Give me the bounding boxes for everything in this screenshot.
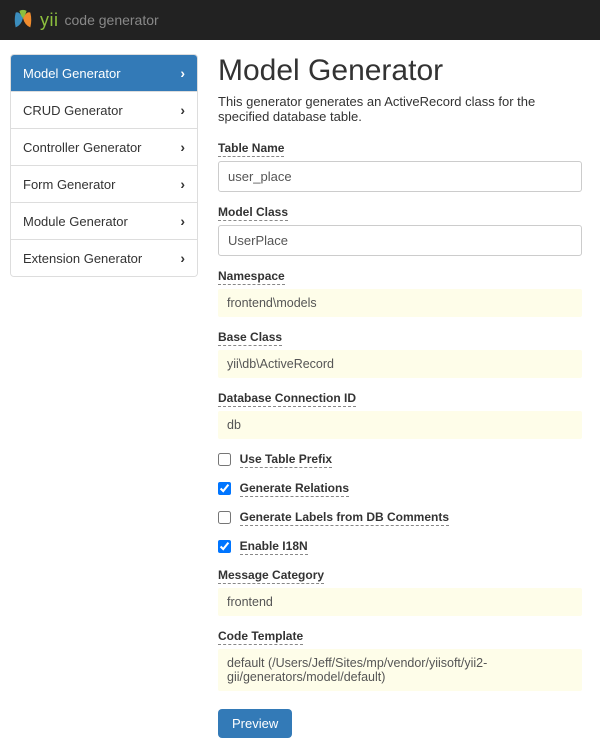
page-title: Model Generator xyxy=(218,54,582,88)
checkbox-generate-labels[interactable] xyxy=(218,511,231,524)
field-generate-labels: Generate Labels from DB Comments xyxy=(218,509,582,526)
main: Model Generator This generator generates… xyxy=(218,54,590,738)
value-base-class[interactable]: yii\db\ActiveRecord xyxy=(218,350,582,378)
sidebar: Model Generator › CRUD Generator › Contr… xyxy=(10,54,198,277)
label-generate-relations: Generate Relations xyxy=(240,481,349,497)
input-table-name[interactable] xyxy=(218,161,582,192)
sidebar-item-crud-generator[interactable]: CRUD Generator › xyxy=(11,92,197,129)
field-table-name: Table Name xyxy=(218,140,582,192)
label-table-name: Table Name xyxy=(218,141,284,157)
value-db-connection[interactable]: db xyxy=(218,411,582,439)
field-generate-relations: Generate Relations xyxy=(218,480,582,497)
field-db-connection: Database Connection ID db xyxy=(218,390,582,439)
page-description: This generator generates an ActiveRecord… xyxy=(218,94,582,124)
chevron-right-icon: › xyxy=(180,176,185,192)
chevron-right-icon: › xyxy=(180,65,185,81)
label-message-category: Message Category xyxy=(218,568,324,584)
sidebar-item-label: Form Generator xyxy=(23,177,115,192)
field-namespace: Namespace frontend\models xyxy=(218,268,582,317)
label-generate-labels: Generate Labels from DB Comments xyxy=(240,510,449,526)
label-use-table-prefix: Use Table Prefix xyxy=(240,452,332,468)
label-namespace: Namespace xyxy=(218,269,285,285)
sidebar-item-label: Controller Generator xyxy=(23,140,142,155)
sidebar-item-label: Extension Generator xyxy=(23,251,142,266)
checkbox-generate-relations[interactable] xyxy=(218,482,231,495)
value-code-template[interactable]: default (/Users/Jeff/Sites/mp/vendor/yii… xyxy=(218,649,582,691)
value-namespace[interactable]: frontend\models xyxy=(218,289,582,317)
input-model-class[interactable] xyxy=(218,225,582,256)
chevron-right-icon: › xyxy=(180,102,185,118)
container: Model Generator › CRUD Generator › Contr… xyxy=(0,40,600,752)
sidebar-item-module-generator[interactable]: Module Generator › xyxy=(11,203,197,240)
sidebar-item-label: Module Generator xyxy=(23,214,128,229)
navbar-brand[interactable]: yii code generator xyxy=(12,9,159,31)
chevron-right-icon: › xyxy=(180,250,185,266)
sidebar-item-form-generator[interactable]: Form Generator › xyxy=(11,166,197,203)
sidebar-item-model-generator[interactable]: Model Generator › xyxy=(11,55,197,92)
field-use-table-prefix: Use Table Prefix xyxy=(218,451,582,468)
sidebar-item-label: Model Generator xyxy=(23,66,121,81)
chevron-right-icon: › xyxy=(180,213,185,229)
field-enable-i18n: Enable I18N xyxy=(218,538,582,555)
brand-subtitle: code generator xyxy=(65,12,159,28)
yii-logo-icon xyxy=(12,9,34,31)
label-enable-i18n: Enable I18N xyxy=(240,539,308,555)
label-base-class: Base Class xyxy=(218,330,282,346)
label-code-template: Code Template xyxy=(218,629,303,645)
navbar: yii code generator xyxy=(0,0,600,40)
checkbox-enable-i18n[interactable] xyxy=(218,540,231,553)
checkbox-use-table-prefix[interactable] xyxy=(218,453,231,466)
chevron-right-icon: › xyxy=(180,139,185,155)
sidebar-item-controller-generator[interactable]: Controller Generator › xyxy=(11,129,197,166)
field-model-class: Model Class xyxy=(218,204,582,256)
preview-button[interactable]: Preview xyxy=(218,709,292,738)
value-message-category[interactable]: frontend xyxy=(218,588,582,616)
field-base-class: Base Class yii\db\ActiveRecord xyxy=(218,329,582,378)
sidebar-item-label: CRUD Generator xyxy=(23,103,123,118)
label-db-connection: Database Connection ID xyxy=(218,391,356,407)
field-code-template: Code Template default (/Users/Jeff/Sites… xyxy=(218,628,582,691)
brand-title: yii xyxy=(40,10,59,31)
label-model-class: Model Class xyxy=(218,205,288,221)
sidebar-item-extension-generator[interactable]: Extension Generator › xyxy=(11,240,197,276)
field-message-category: Message Category frontend xyxy=(218,567,582,616)
